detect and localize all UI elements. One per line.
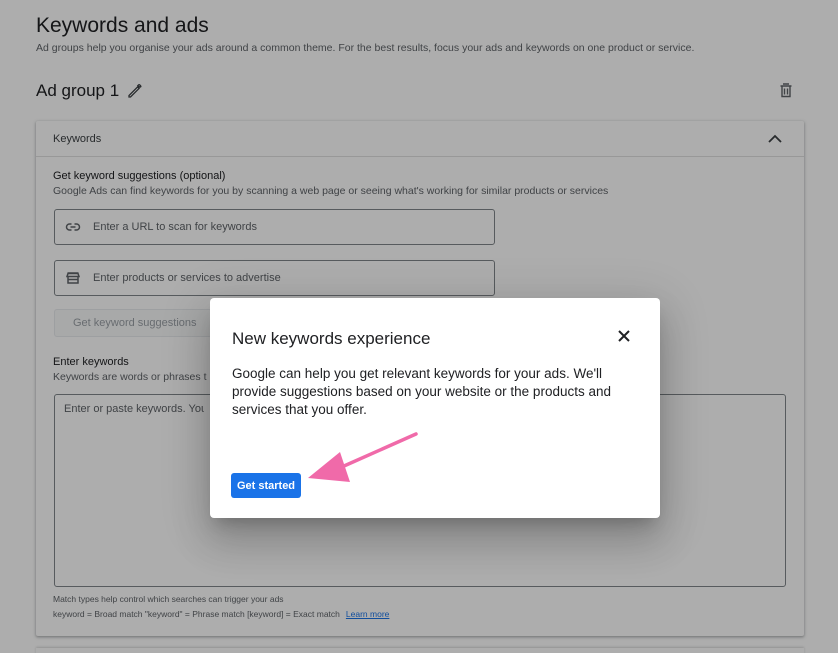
new-keywords-dialog: New keywords experience Google can help … <box>210 298 660 518</box>
dialog-title: New keywords experience <box>232 329 431 348</box>
close-icon[interactable] <box>615 327 633 345</box>
get-started-button[interactable]: Get started <box>231 473 301 498</box>
dialog-body: Google can help you get relevant keyword… <box>232 366 611 417</box>
